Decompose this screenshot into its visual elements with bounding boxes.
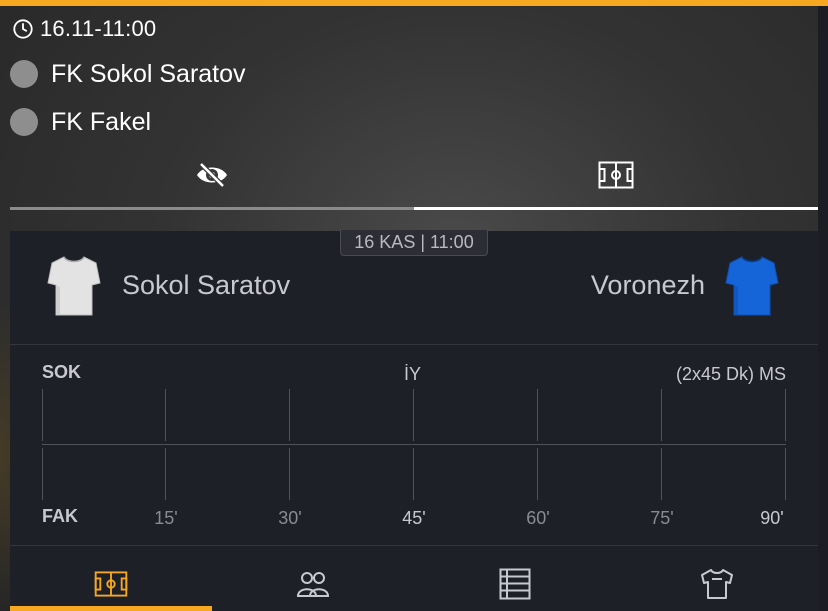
view-tab-active-indicator bbox=[414, 207, 818, 210]
timeline-full-label: (2x45 Dk) MS bbox=[675, 364, 786, 384]
timeline-tick-label: 75' bbox=[650, 508, 674, 528]
pitch-icon bbox=[94, 571, 128, 597]
timeline-gridline bbox=[289, 389, 290, 441]
timeline-axis bbox=[42, 444, 786, 445]
timeline-home-code: SOK bbox=[42, 362, 82, 382]
panel-divider-bottom bbox=[10, 545, 818, 546]
timeline-gridline bbox=[785, 448, 786, 500]
lineup-icon bbox=[296, 572, 330, 597]
team-name-home: FK Sokol Saratov bbox=[51, 59, 246, 88]
team-status-dot bbox=[10, 60, 38, 88]
timeline-half-label: İY bbox=[404, 364, 422, 384]
timeline-gridline bbox=[537, 448, 538, 500]
timeline-gridline bbox=[413, 389, 414, 441]
view-tab-indicator-rail bbox=[10, 207, 818, 210]
match-detail-panel: 16 KAS | 11:00 Sokol Saratov Voronezh SO… bbox=[10, 230, 818, 611]
timeline-gridline bbox=[537, 389, 538, 441]
away-team-name: Voronezh bbox=[590, 270, 705, 300]
timeline-tick-label: 45' bbox=[402, 508, 426, 528]
timeline-tick-label: 90' bbox=[760, 508, 784, 528]
timeline-tick-label: 30' bbox=[278, 508, 302, 528]
tab-standings[interactable] bbox=[414, 561, 616, 607]
timeline-gridline bbox=[785, 389, 786, 441]
timeline-gridline bbox=[165, 389, 166, 441]
jersey-icon bbox=[701, 569, 733, 599]
bottom-tab-active-indicator bbox=[10, 606, 212, 611]
standings-icon bbox=[499, 568, 531, 600]
timeline-gridline bbox=[165, 448, 166, 500]
match-time: 16.11-11:00 bbox=[12, 16, 156, 42]
timeline-gridline bbox=[289, 448, 290, 500]
team-status-dot bbox=[10, 108, 38, 136]
eye-slash-icon bbox=[197, 162, 227, 188]
timeline-gridline bbox=[661, 448, 662, 500]
pitch-icon bbox=[598, 161, 634, 189]
home-team-name: Sokol Saratov bbox=[122, 270, 291, 300]
panel-divider-top bbox=[10, 344, 818, 345]
away-jersey-icon bbox=[725, 256, 779, 316]
clock-icon bbox=[13, 19, 33, 39]
timeline-tick-label: 15' bbox=[154, 508, 178, 528]
match-time-text: 16.11-11:00 bbox=[40, 16, 157, 41]
timeline-tick-label: 60' bbox=[526, 508, 550, 528]
timeline-away-code: FAK bbox=[42, 506, 78, 526]
tab-lineups[interactable] bbox=[212, 561, 414, 607]
date-badge: 16 KAS | 11:00 bbox=[340, 230, 488, 256]
tab-hide-stats[interactable] bbox=[10, 150, 414, 200]
right-edge-strip bbox=[818, 6, 828, 611]
tab-pitch[interactable] bbox=[10, 561, 212, 607]
timeline-gridline bbox=[42, 448, 43, 500]
team-row-home[interactable]: FK Sokol Saratov bbox=[10, 58, 246, 90]
tab-pitch-view[interactable] bbox=[414, 150, 818, 200]
tab-kits[interactable] bbox=[616, 561, 818, 607]
team-name-away: FK Fakel bbox=[51, 107, 152, 136]
team-row-away[interactable]: FK Fakel bbox=[10, 106, 151, 138]
timeline-gridline bbox=[42, 389, 43, 441]
top-accent-bar bbox=[0, 0, 828, 6]
home-jersey-icon bbox=[47, 256, 101, 316]
timeline-gridline bbox=[661, 389, 662, 441]
timeline-gridline bbox=[413, 448, 414, 500]
